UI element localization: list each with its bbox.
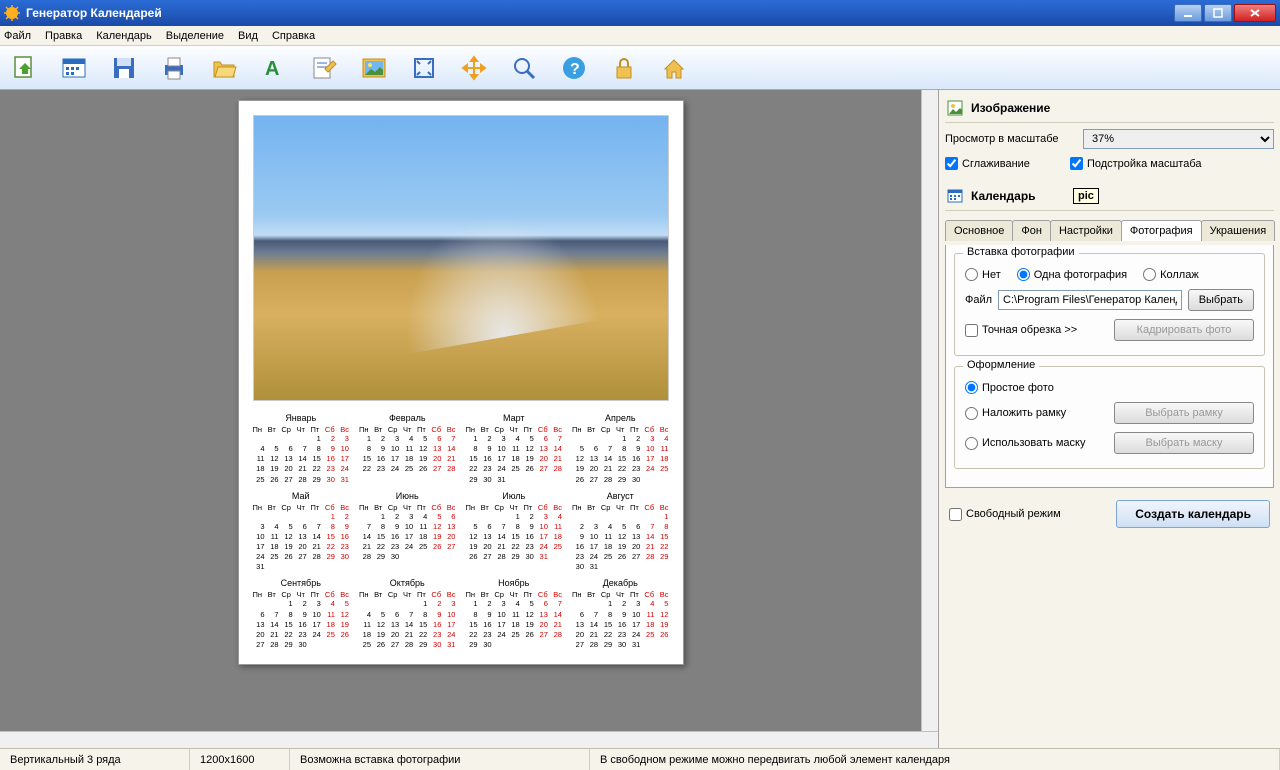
- toolbar-help-icon[interactable]: ?: [560, 54, 588, 82]
- toolbar-move-icon[interactable]: [460, 54, 488, 82]
- calendar-photo[interactable]: [253, 115, 669, 401]
- style-group-legend: Оформление: [963, 359, 1039, 371]
- toolbar-home-icon[interactable]: [660, 54, 688, 82]
- status-hint1: Возможна вставка фотографии: [290, 749, 590, 770]
- file-browse-button[interactable]: Выбрать: [1188, 289, 1254, 311]
- calendar-icon: [947, 188, 963, 204]
- svg-text:?: ?: [570, 61, 580, 78]
- vertical-scrollbar[interactable]: [921, 90, 938, 731]
- fitscale-checkbox[interactable]: Подстройка масштаба: [1070, 157, 1202, 170]
- style-frame[interactable]: Наложить рамку: [965, 407, 1066, 420]
- opt-collage[interactable]: Коллаж: [1143, 268, 1199, 281]
- create-calendar-button[interactable]: Создать календарь: [1116, 500, 1270, 528]
- panel-tabs: Основное Фон Настройки Фотография Украше…: [945, 219, 1274, 241]
- style-simple[interactable]: Простое фото: [965, 381, 1054, 394]
- status-hint2: В свободном режиме можно передвигать люб…: [590, 749, 1280, 770]
- status-layout: Вертикальный 3 ряда: [0, 749, 190, 770]
- month-block: ЯнварьПнВтСрЧтПтСбВс00001234567891011121…: [253, 413, 350, 485]
- toolbar-font-icon[interactable]: A: [260, 54, 288, 82]
- statusbar: Вертикальный 3 ряда 1200x1600 Возможна в…: [0, 748, 1280, 770]
- menu-help[interactable]: Справка: [272, 30, 315, 42]
- close-button[interactable]: [1234, 4, 1276, 22]
- toolbar-picture-icon[interactable]: [360, 54, 388, 82]
- tab-photo-body: Вставка фотографии Нет Одна фотография К…: [945, 245, 1274, 488]
- maximize-button[interactable]: [1204, 4, 1232, 22]
- tab-background[interactable]: Фон: [1012, 220, 1051, 241]
- month-block: ИюньПнВтСрЧтПтСбВс0123456789101112131415…: [359, 491, 456, 573]
- calendar-section-header: Календарь pic: [945, 182, 1274, 211]
- tab-settings[interactable]: Настройки: [1050, 220, 1122, 241]
- month-block: СентябрьПнВтСрЧтПтСбВс001234567891011121…: [253, 578, 350, 650]
- month-block: ОктябрьПнВтСрЧтПтСбВс0000123456789101112…: [359, 578, 456, 650]
- toolbar-zoom-icon[interactable]: [510, 54, 538, 82]
- tab-main[interactable]: Основное: [945, 220, 1013, 241]
- toolbar-calendar-icon[interactable]: [60, 54, 88, 82]
- svg-text:A: A: [265, 58, 279, 80]
- insert-group-legend: Вставка фотографии: [963, 246, 1079, 258]
- style-mask[interactable]: Использовать маску: [965, 437, 1085, 450]
- tab-photo[interactable]: Фотография: [1121, 220, 1202, 241]
- crop-button[interactable]: Кадрировать фото: [1114, 319, 1254, 341]
- style-group: Оформление Простое фото Наложить рамку В…: [954, 366, 1265, 469]
- file-path-input[interactable]: [998, 290, 1182, 310]
- month-block: ИюльПнВтСрЧтПтСбВс0001234567891011121314…: [466, 491, 563, 573]
- month-block: МартПнВтСрЧтПтСбВс1234567891011121314151…: [466, 413, 563, 485]
- menu-calendar[interactable]: Календарь: [96, 30, 152, 42]
- toolbar-lock-icon[interactable]: [610, 54, 638, 82]
- menubar: Файл Правка Календарь Выделение Вид Спра…: [0, 26, 1280, 46]
- smoothing-checkbox[interactable]: Сглаживание: [945, 157, 1030, 170]
- menu-selection[interactable]: Выделение: [166, 30, 224, 42]
- toolbar-new-icon[interactable]: [10, 54, 38, 82]
- minimize-button[interactable]: [1174, 4, 1202, 22]
- month-block: МайПнВтСрЧтПтСбВс00000123456789101112131…: [253, 491, 350, 573]
- scale-label: Просмотр в масштабе: [945, 133, 1075, 145]
- crop-checkbox[interactable]: Точная обрезка >>: [965, 324, 1077, 337]
- image-icon: [947, 100, 963, 116]
- month-block: АвгустПнВтСрЧтПтСбВс00000012345678910111…: [572, 491, 669, 573]
- calendar-section-title: Календарь: [971, 189, 1036, 203]
- app-title: Генератор Календарей: [26, 6, 162, 20]
- toolbar-fit-icon[interactable]: [410, 54, 438, 82]
- tab-decor[interactable]: Украшения: [1201, 220, 1276, 241]
- calendar-page[interactable]: ЯнварьПнВтСрЧтПтСбВс00001234567891011121…: [238, 100, 684, 665]
- insert-photo-group: Вставка фотографии Нет Одна фотография К…: [954, 253, 1265, 356]
- status-size: 1200x1600: [190, 749, 290, 770]
- toolbar: A ?: [0, 46, 1280, 90]
- opt-none[interactable]: Нет: [965, 268, 1001, 281]
- pic-tooltip: pic: [1073, 188, 1099, 204]
- month-block: ДекабрьПнВтСрЧтПтСбВс0012345678910111213…: [572, 578, 669, 650]
- toolbar-save-icon[interactable]: [110, 54, 138, 82]
- style-frame-button[interactable]: Выбрать рамку: [1114, 402, 1254, 424]
- month-block: АпрельПнВтСрЧтПтСбВс00012345678910111213…: [572, 413, 669, 485]
- toolbar-folder-icon[interactable]: [210, 54, 238, 82]
- titlebar: Генератор Календарей: [0, 0, 1280, 26]
- image-section-header: Изображение: [945, 94, 1274, 123]
- month-block: ФевральПнВтСрЧтПтСбВс1234567891011121314…: [359, 413, 456, 485]
- canvas-area: ЯнварьПнВтСрЧтПтСбВс00001234567891011121…: [0, 90, 938, 748]
- scale-select[interactable]: 37%: [1083, 129, 1274, 149]
- calendar-grid: ЯнварьПнВтСрЧтПтСбВс00001234567891011121…: [253, 413, 669, 650]
- free-mode-checkbox[interactable]: Свободный режим: [949, 508, 1061, 521]
- right-panel: Изображение Просмотр в масштабе 37% Сгла…: [938, 90, 1280, 748]
- toolbar-edit-icon[interactable]: [310, 54, 338, 82]
- menu-file[interactable]: Файл: [4, 30, 31, 42]
- horizontal-scrollbar[interactable]: [0, 731, 938, 748]
- menu-edit[interactable]: Правка: [45, 30, 82, 42]
- style-mask-button[interactable]: Выбрать маску: [1114, 432, 1254, 454]
- month-block: НоябрьПнВтСрЧтПтСбВс12345678910111213141…: [466, 578, 563, 650]
- canvas-viewport[interactable]: ЯнварьПнВтСрЧтПтСбВс00001234567891011121…: [0, 90, 921, 731]
- image-section-title: Изображение: [971, 101, 1050, 115]
- opt-one[interactable]: Одна фотография: [1017, 268, 1127, 281]
- app-icon: [4, 5, 20, 21]
- menu-view[interactable]: Вид: [238, 30, 258, 42]
- toolbar-print-icon[interactable]: [160, 54, 188, 82]
- file-label: Файл: [965, 294, 992, 306]
